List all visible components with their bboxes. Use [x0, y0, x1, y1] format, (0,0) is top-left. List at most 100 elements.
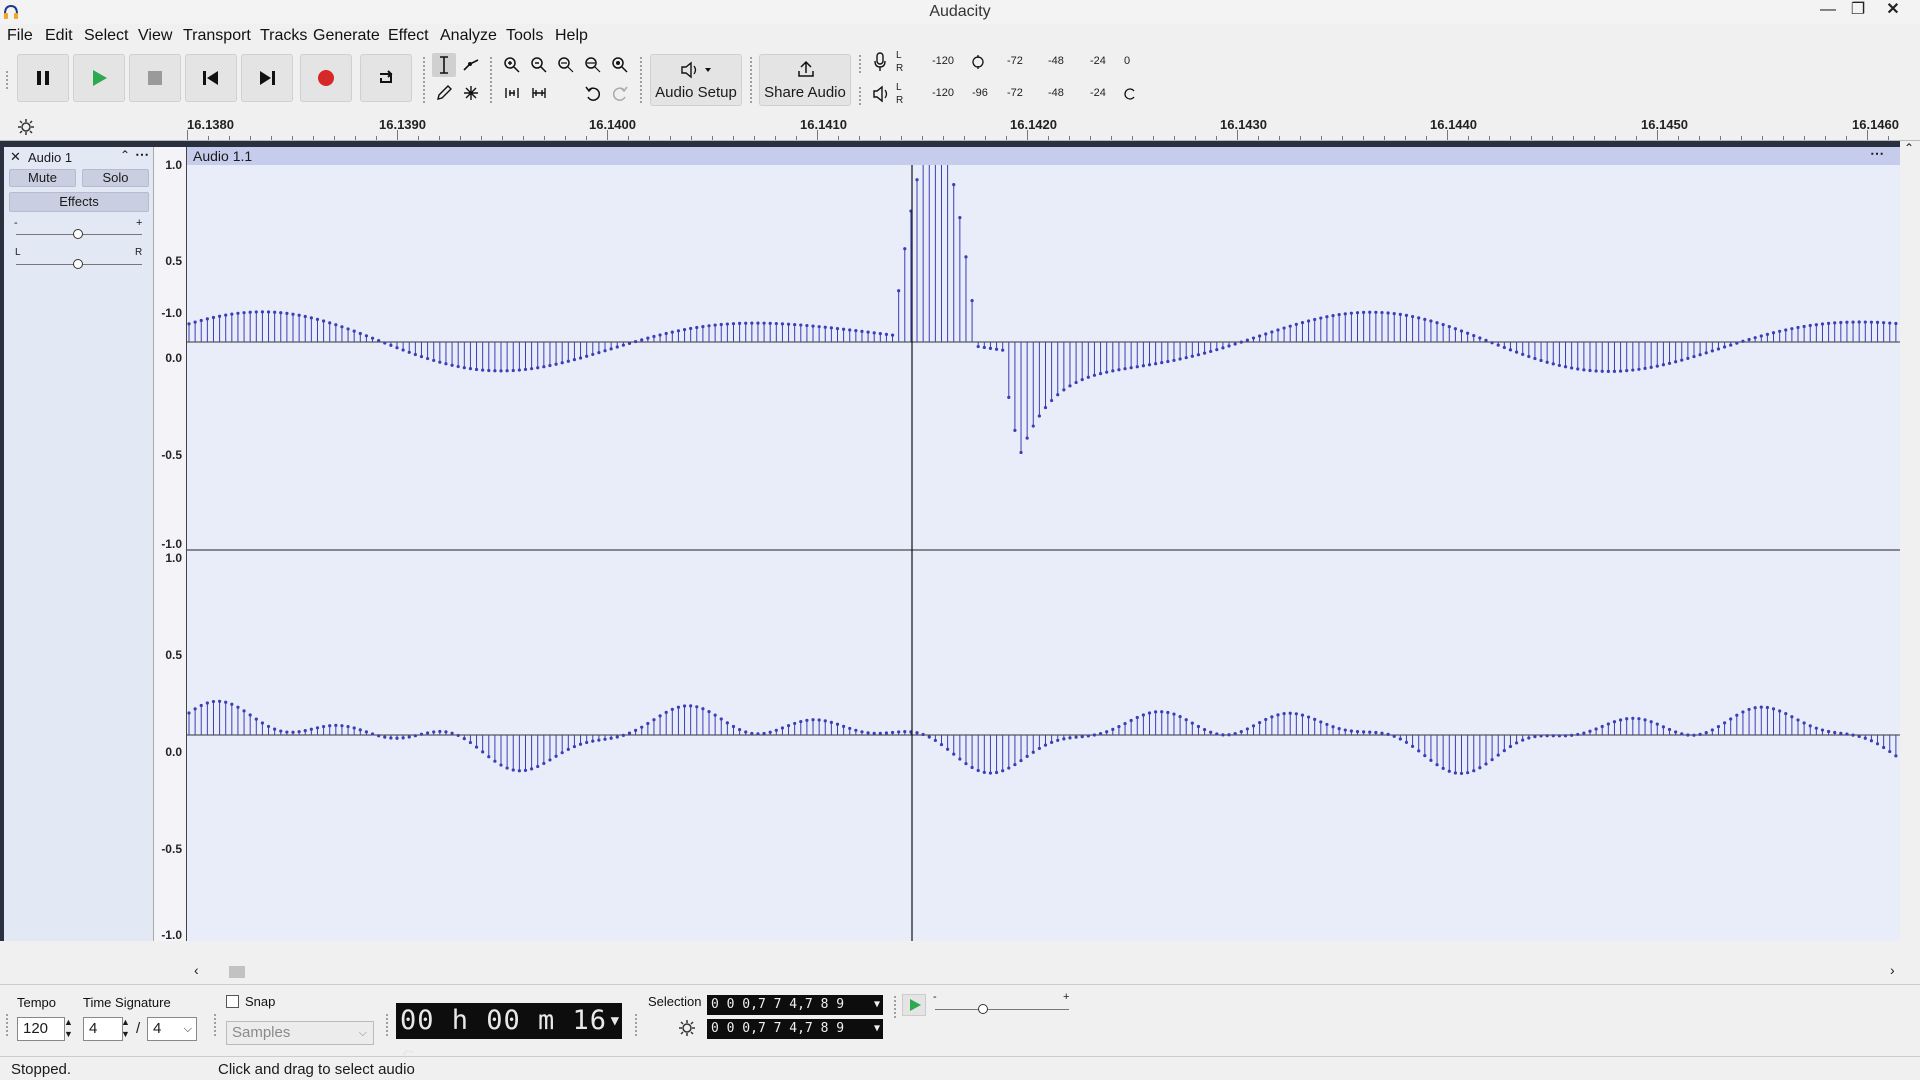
toolbar-grip[interactable] [893, 995, 897, 1019]
waveform-display[interactable] [187, 165, 1900, 941]
close-button[interactable]: ✕ [1878, 0, 1908, 22]
maximize-button[interactable]: ❐ [1843, 0, 1873, 22]
track-control-panel[interactable]: ✕ Audio 1 ⌃ ⋯ Mute Solo Effects - + L R [4, 146, 154, 941]
toolbar-grip[interactable] [749, 56, 753, 104]
record-meter-tick: -120 [932, 55, 955, 67]
clip-name[interactable]: Audio 1.1 [193, 148, 252, 164]
sample-point [799, 719, 803, 724]
track-menu-icon[interactable]: ⋯ [135, 146, 149, 163]
selection-end-field[interactable]: 0 0 0,7 7 4,7 8 9 samples ▼ [707, 1019, 883, 1056]
snap-checkbox[interactable] [226, 995, 239, 1008]
menu-file[interactable]: File [7, 27, 33, 45]
menu-generate[interactable]: Generate [313, 27, 380, 45]
time-display[interactable]: 00 h 00 m 16 s ▼ [396, 1003, 622, 1072]
toolbar-grip[interactable] [385, 1013, 389, 1037]
menu-select[interactable]: Select [84, 27, 128, 45]
record-meter[interactable]: L R -120 -72 -48 -24 0 [870, 50, 1144, 74]
selection-tool-button[interactable] [432, 53, 456, 77]
record-button[interactable] [300, 54, 352, 102]
sample-point [627, 731, 632, 735]
toolbar-grip[interactable] [213, 1013, 217, 1037]
tempo-input[interactable]: 120 [17, 1017, 65, 1041]
share-audio-button[interactable]: Share Audio [759, 54, 851, 106]
selection-start-field[interactable]: 0 0 0,7 7 4,7 8 9 samples ▼ [707, 995, 883, 1032]
fit-selection-button[interactable] [554, 53, 578, 77]
playback-meter[interactable]: L R -120 -96 -72 -48 -24 [870, 82, 1144, 106]
zoom-in-button[interactable] [500, 53, 524, 77]
play-button[interactable] [73, 54, 125, 102]
sample-point [762, 731, 766, 736]
menu-transport[interactable]: Transport [183, 27, 251, 45]
ts-spinner-icon[interactable]: ▲ ▼ [121, 1016, 130, 1040]
scroll-left-chevron-icon[interactable]: ‹ [194, 962, 199, 978]
minimize-button[interactable]: — [1813, 0, 1843, 22]
mute-button[interactable]: Mute [9, 169, 76, 187]
ts-numerator-input[interactable]: 4 [83, 1017, 123, 1041]
time-format-dropdown-icon[interactable]: ▼ [611, 1003, 620, 1039]
pan-slider-thumb[interactable] [73, 259, 83, 269]
skip-to-start-button[interactable] [185, 54, 237, 102]
clip-header[interactable]: Audio 1.1 ⋯ [187, 145, 1900, 165]
ts-denominator-select[interactable]: 4 ⌵ [147, 1017, 197, 1041]
play-speed-slider[interactable] [935, 1002, 1069, 1016]
toolbar-grip[interactable] [639, 56, 643, 104]
pan-slider[interactable] [16, 257, 142, 271]
pause-button[interactable] [17, 54, 69, 102]
selection-end-dropdown-icon[interactable]: ▼ [874, 1019, 880, 1039]
draw-tool-button[interactable] [432, 81, 456, 105]
toolbar-grip[interactable] [5, 70, 9, 90]
envelope-tool-button[interactable] [459, 53, 483, 77]
solo-button[interactable]: Solo [82, 169, 149, 187]
toolbar-grip[interactable] [634, 1013, 638, 1037]
gain-slider-thumb[interactable] [73, 229, 83, 239]
timeline-ruler[interactable]: 16.1380 16.1390 16.1400 16.1410 16.1420 … [0, 112, 1920, 141]
horizontal-scrollbar[interactable]: ‹ › [0, 960, 1920, 984]
sample-point [1147, 711, 1152, 715]
stop-button[interactable] [129, 54, 181, 102]
silence-audio-button[interactable] [527, 81, 551, 105]
sample-point [1319, 316, 1323, 320]
menu-effect[interactable]: Effect [388, 27, 429, 45]
menu-analyze[interactable]: Analyze [440, 27, 497, 45]
toolbar-grip[interactable] [858, 54, 862, 74]
snap-unit-select[interactable]: Samples ⌵ [226, 1021, 374, 1045]
menu-view[interactable]: View [138, 27, 172, 45]
timeline-options-gear-icon[interactable] [17, 118, 35, 136]
ruler-tick [796, 136, 797, 140]
tempo-spinner-icon[interactable]: ▲ ▼ [64, 1016, 73, 1040]
scroll-right-chevron-icon[interactable]: › [1890, 962, 1895, 978]
waveform-clip[interactable]: Audio 1.1 ⋯ [187, 145, 1900, 941]
fit-project-button[interactable] [581, 53, 605, 77]
toolbar-grip[interactable] [422, 56, 426, 104]
toolbar-grip[interactable] [858, 86, 862, 106]
effects-button[interactable]: Effects [9, 192, 149, 212]
clip-menu-icon[interactable]: ⋯ [1870, 145, 1884, 162]
menu-edit[interactable]: Edit [45, 27, 73, 45]
play-at-speed-button[interactable] [902, 994, 926, 1016]
toolbar-grip[interactable] [5, 1013, 9, 1037]
zoom-toggle-button[interactable] [608, 53, 632, 77]
menu-tracks[interactable]: Tracks [260, 27, 307, 45]
vertical-scrollbar[interactable]: ⌃ ⌄ [1900, 141, 1920, 971]
ruler-tick [1615, 136, 1616, 140]
redo-button[interactable] [608, 81, 632, 105]
menu-tools[interactable]: Tools [506, 27, 543, 45]
undo-button[interactable] [581, 81, 605, 105]
gain-slider[interactable] [16, 227, 142, 241]
loop-button[interactable] [360, 54, 412, 102]
track-close-icon[interactable]: ✕ [10, 149, 21, 165]
collapse-chevron-icon[interactable]: ⌃ [120, 148, 130, 162]
scroll-up-chevron-icon[interactable]: ⌃ [1904, 141, 1914, 155]
zoom-out-button[interactable] [527, 53, 551, 77]
selection-start-dropdown-icon[interactable]: ▼ [874, 995, 880, 1015]
selection-settings-gear-icon[interactable] [678, 1019, 696, 1037]
play-speed-slider-thumb[interactable] [978, 1004, 988, 1014]
skip-to-end-button[interactable] [241, 54, 293, 102]
track-name[interactable]: Audio 1 [28, 150, 72, 165]
toolbar-grip[interactable] [489, 56, 493, 104]
horizontal-scroll-thumb[interactable] [229, 966, 245, 978]
multi-tool-button[interactable] [459, 81, 483, 105]
audio-setup-button[interactable]: Audio Setup [650, 54, 742, 106]
trim-audio-button[interactable] [500, 81, 524, 105]
menu-help[interactable]: Help [555, 27, 588, 45]
